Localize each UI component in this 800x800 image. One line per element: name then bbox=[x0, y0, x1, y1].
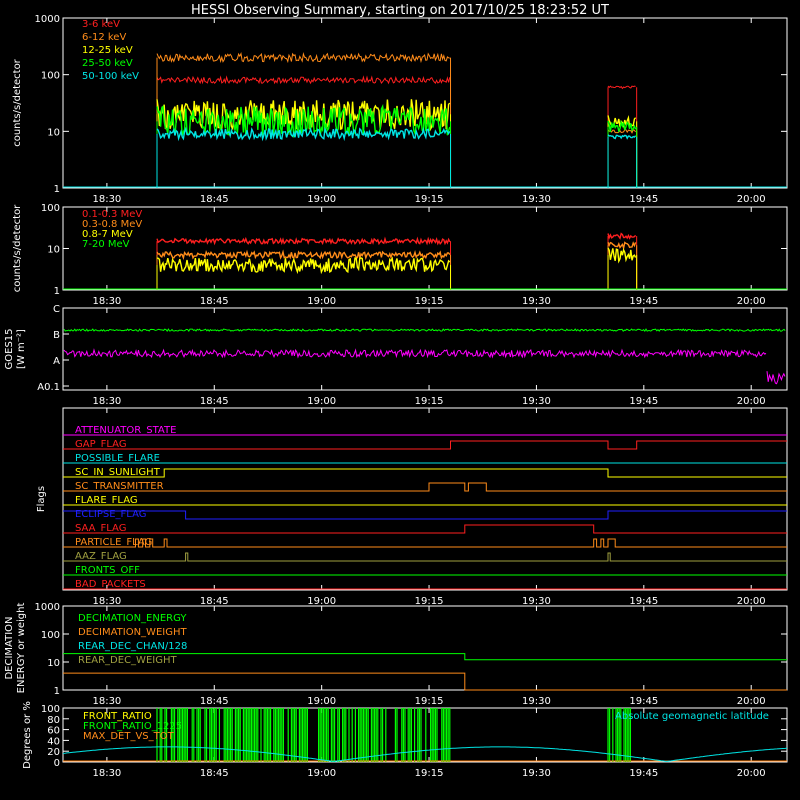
p5-legend-3: REAR_DEC_WEIGHT bbox=[78, 655, 177, 666]
p3-xtick-label: 18:30 bbox=[92, 396, 121, 407]
p1-ylabel: counts/s/detector bbox=[12, 58, 23, 146]
p6-ylabel: Degrees or % bbox=[22, 701, 33, 769]
p5-xtick-label: 18:45 bbox=[200, 696, 229, 707]
p3-xtick-label: 18:45 bbox=[200, 396, 229, 407]
p4-xtick-label: 20:00 bbox=[737, 596, 766, 607]
p2-xtick-label: 18:45 bbox=[200, 296, 229, 307]
p1-xtick-label: 18:45 bbox=[200, 194, 229, 205]
p3-xtick-label: 19:30 bbox=[522, 396, 551, 407]
p6-ytick-label: 40 bbox=[47, 736, 60, 747]
p1-ytick-label: 10 bbox=[47, 127, 60, 138]
p4-xtick-label: 19:45 bbox=[629, 596, 658, 607]
p4-flag-label-11: BAD_PACKETS bbox=[75, 579, 146, 590]
p4-flag-label-5: FLARE_FLAG bbox=[75, 495, 138, 506]
p5-legend-1: DECIMATION_WEIGHT bbox=[78, 627, 187, 638]
p6-xtick-label: 19:30 bbox=[522, 768, 551, 779]
p2-ylabel: counts/s/detector bbox=[12, 204, 23, 292]
p1-legend-2: 12-25 keV bbox=[82, 45, 133, 56]
p2-xtick-label: 18:30 bbox=[92, 296, 121, 307]
p6-legend-2: MAX_DET_VS_TOT bbox=[83, 731, 175, 742]
p5-legend-0: DECIMATION_ENERGY bbox=[78, 613, 187, 624]
p4-xtick-label: 18:30 bbox=[92, 596, 121, 607]
p4-flag-label-9: AAZ_FLAG bbox=[75, 551, 127, 562]
p5-xtick-label: 20:00 bbox=[737, 696, 766, 707]
p4-xtick-label: 19:15 bbox=[415, 596, 444, 607]
p5-ytick-label: 100 bbox=[41, 630, 60, 641]
p4-flag-label-4: SC_TRANSMITTER bbox=[75, 481, 164, 492]
p4-flag-label-10: FRONTS_OFF bbox=[75, 565, 140, 576]
p1-xtick-label: 18:30 bbox=[92, 194, 121, 205]
p4-xtick-label: 19:30 bbox=[522, 596, 551, 607]
p3-xtick-label: 19:15 bbox=[415, 396, 444, 407]
p2-ytick-label: 1 bbox=[54, 286, 60, 297]
p5-xtick-label: 18:30 bbox=[92, 696, 121, 707]
p1-ytick-label: 1 bbox=[54, 184, 60, 195]
p3-ylabel: GOES15 bbox=[4, 328, 15, 369]
p3-ytick-label: B bbox=[53, 330, 60, 341]
p4-flag-label-3: SC_IN_SUNLIGHT bbox=[75, 467, 161, 478]
p1-ytick-label: 1000 bbox=[35, 14, 60, 25]
p3-ylabel2: [W m⁻²] bbox=[16, 329, 27, 369]
p2-xtick-label: 19:30 bbox=[522, 296, 551, 307]
p2-legend-3: 7-20 MeV bbox=[82, 239, 130, 250]
p1-xtick-label: 20:00 bbox=[737, 194, 766, 205]
p5-xtick-label: 19:15 bbox=[415, 696, 444, 707]
p6-ytick-label: 60 bbox=[47, 726, 60, 737]
p1-legend-1: 6-12 keV bbox=[82, 32, 126, 43]
p1-xtick-label: 19:45 bbox=[629, 194, 658, 205]
p2-xtick-label: 19:45 bbox=[629, 296, 658, 307]
p4-flag-label-0: ATTENUATOR_STATE bbox=[75, 425, 176, 436]
p5-ytick-label: 10 bbox=[47, 658, 60, 669]
p5-xtick-label: 19:45 bbox=[629, 696, 658, 707]
p1-xtick-label: 19:30 bbox=[522, 194, 551, 205]
p2-ytick-label: 100 bbox=[41, 203, 60, 214]
p3-xtick-label: 20:00 bbox=[737, 396, 766, 407]
p3-xtick-label: 19:00 bbox=[307, 396, 336, 407]
p5-xtick-label: 19:00 bbox=[307, 696, 336, 707]
p5-ylabel2: ENERGY or weight bbox=[16, 603, 27, 694]
chart-title: HESSI Observing Summary, starting on 201… bbox=[191, 3, 609, 18]
p6-xtick-label: 19:00 bbox=[307, 768, 336, 779]
p1-legend-3: 25-50 keV bbox=[82, 58, 133, 69]
p3-ytick-label: A0.1 bbox=[37, 382, 60, 393]
p5-legend-2: REAR_DEC_CHAN/128 bbox=[78, 641, 187, 652]
p2-ytick-label: 10 bbox=[47, 245, 60, 256]
p1-xtick-label: 19:15 bbox=[415, 194, 444, 205]
p6-ytick-label: 20 bbox=[47, 747, 60, 758]
p1-ytick-label: 100 bbox=[41, 71, 60, 82]
p4-flag-label-1: GAP_FLAG bbox=[75, 439, 127, 450]
p5-xtick-label: 19:30 bbox=[522, 696, 551, 707]
p1-legend-4: 50-100 keV bbox=[82, 71, 139, 82]
p3-ytick-label: A bbox=[53, 356, 60, 367]
p2-xtick-label: 20:00 bbox=[737, 296, 766, 307]
p6-legend-3: Absolute geomagnetic latitude bbox=[615, 711, 769, 722]
p6-xtick-label: 18:45 bbox=[200, 768, 229, 779]
p1-xtick-label: 19:00 bbox=[307, 194, 336, 205]
p6-ytick-label: 0 bbox=[54, 758, 60, 769]
p4-flag-label-7: SAA_FLAG bbox=[75, 523, 126, 534]
p4-flag-label-2: POSSIBLE_FLARE bbox=[75, 453, 160, 464]
p6-xtick-label: 20:00 bbox=[737, 768, 766, 779]
p4-ylabel: Flags bbox=[36, 486, 47, 512]
p5-ytick-label: 1000 bbox=[35, 602, 60, 613]
p2-xtick-label: 19:15 bbox=[415, 296, 444, 307]
p4-flag-label-8: PARTICLE_FLAG bbox=[75, 537, 152, 548]
p4-xtick-label: 18:45 bbox=[200, 596, 229, 607]
p6-xtick-label: 18:30 bbox=[92, 768, 121, 779]
p6-xtick-label: 19:15 bbox=[415, 768, 444, 779]
p5-ytick-label: 1 bbox=[54, 686, 60, 697]
p1-legend-0: 3-6 keV bbox=[82, 19, 120, 30]
p3-ytick-label: C bbox=[53, 304, 60, 315]
p2-xtick-label: 19:00 bbox=[307, 296, 336, 307]
p6-ytick-label: 100 bbox=[41, 704, 60, 715]
hessi-summary-chart: HESSI Observing Summary, starting on 201… bbox=[0, 0, 800, 800]
p6-xtick-label: 19:45 bbox=[629, 768, 658, 779]
p6-ytick-label: 80 bbox=[47, 715, 60, 726]
p4-xtick-label: 19:00 bbox=[307, 596, 336, 607]
p5-ylabel: DECIMATION bbox=[4, 616, 15, 679]
p3-xtick-label: 19:45 bbox=[629, 396, 658, 407]
